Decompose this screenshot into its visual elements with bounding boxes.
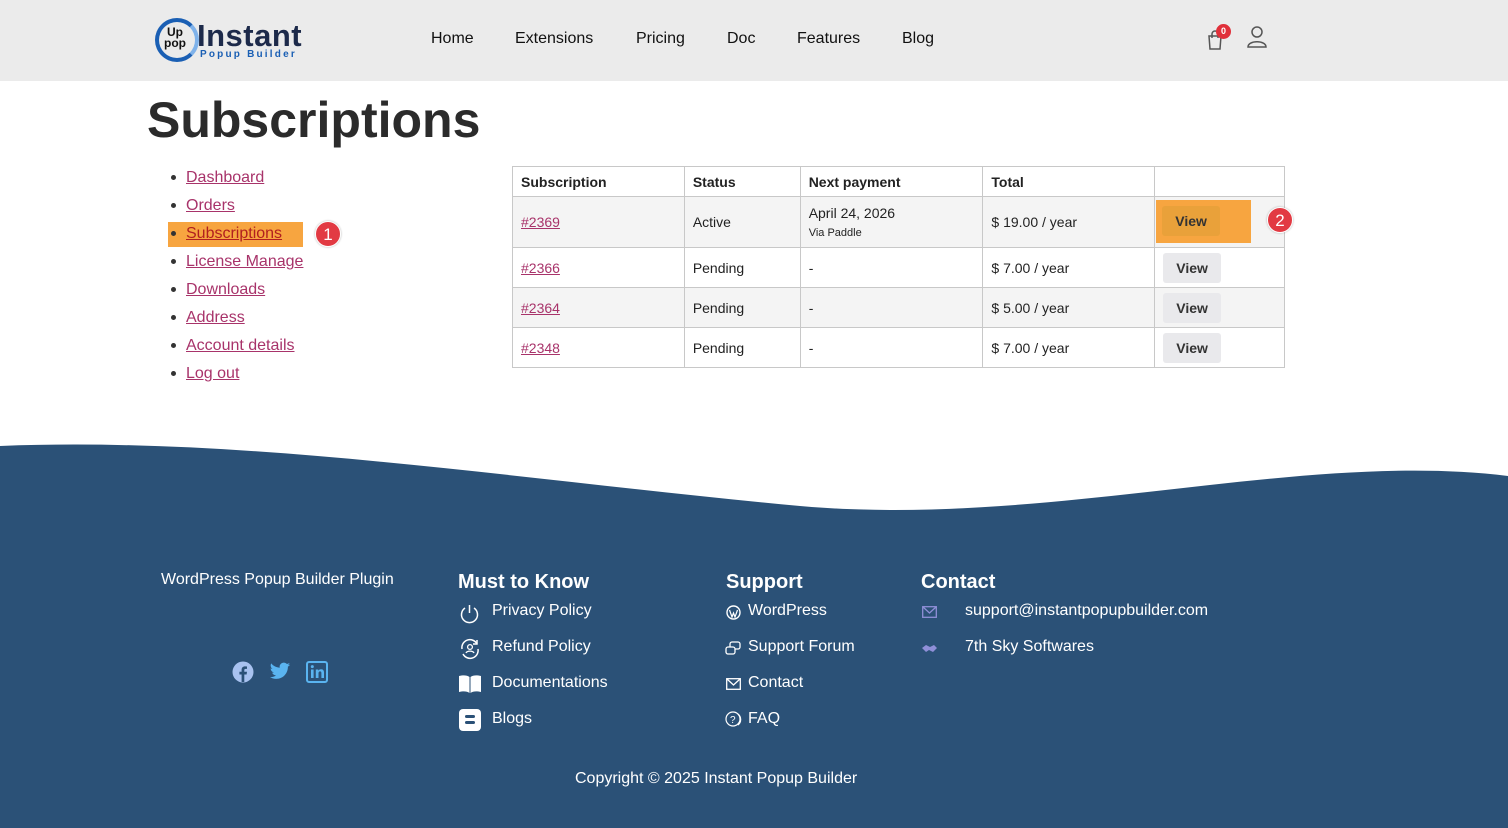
subscription-id-link[interactable]: #2348 xyxy=(521,340,560,356)
logo-wordmark: Instant xyxy=(197,18,303,53)
nav-doc[interactable]: Doc xyxy=(727,30,755,48)
action-cell: View xyxy=(1154,287,1285,328)
next-payment-cell: - xyxy=(799,327,984,368)
logo[interactable]: Up pop Instant Popup Builder xyxy=(155,17,305,65)
account-nav-item-subscriptions: Subscriptions xyxy=(170,223,282,245)
view-button[interactable]: View xyxy=(1163,292,1222,323)
forum-icon xyxy=(725,641,741,655)
table-row: #2369 Active April 24, 2026 Via Paddle $… xyxy=(512,196,1285,248)
action-cell: View xyxy=(1154,196,1285,248)
address-link[interactable]: Address xyxy=(186,309,245,326)
status-cell: Pending xyxy=(683,327,801,368)
action-cell: View xyxy=(1154,327,1285,368)
blogs-link[interactable]: Blogs xyxy=(492,710,532,728)
power-icon xyxy=(460,605,479,624)
wordpress-link[interactable]: WordPress xyxy=(748,602,827,620)
total-cell: $ 5.00 / year xyxy=(982,287,1156,328)
table-row: #2364 Pending - $ 5.00 / year View xyxy=(512,287,1285,328)
col-status: Status xyxy=(683,166,801,197)
downloads-link[interactable]: Downloads xyxy=(186,281,265,298)
contact-email[interactable]: support@instantpopupbuilder.com xyxy=(965,602,1208,620)
subscription-id-link[interactable]: #2364 xyxy=(521,300,560,316)
logo-pop-text: pop xyxy=(164,36,186,50)
faq-icon: ? xyxy=(725,711,742,727)
table-row: #2366 Pending - $ 7.00 / year View xyxy=(512,247,1285,288)
col-subscription: Subscription xyxy=(512,166,685,197)
account-nav-item-orders: Orders xyxy=(171,195,235,217)
status-cell: Pending xyxy=(683,287,801,328)
documentations-link[interactable]: Documentations xyxy=(492,674,608,692)
user-account-icon[interactable] xyxy=(1247,26,1267,48)
contact-heading: Contact xyxy=(921,571,996,593)
status-cell: Active xyxy=(683,196,801,248)
faq-link[interactable]: FAQ xyxy=(748,710,780,728)
site-header: Up pop Instant Popup Builder Home Extens… xyxy=(0,0,1508,81)
action-cell: View xyxy=(1154,247,1285,288)
envelope-icon xyxy=(726,678,741,690)
account-nav-item-license: License Manage xyxy=(170,251,303,273)
account-nav-item-account-details: Account details xyxy=(171,335,295,357)
status-cell: Pending xyxy=(683,247,801,288)
total-cell: $ 7.00 / year xyxy=(982,327,1156,368)
view-button[interactable]: View xyxy=(1163,332,1222,363)
refund-policy-link[interactable]: Refund Policy xyxy=(492,638,591,656)
step-badge-1: 1 xyxy=(315,221,341,247)
support-forum-link[interactable]: Support Forum xyxy=(748,638,855,656)
email-icon xyxy=(922,606,937,618)
account-nav-item-logout: Log out xyxy=(170,363,239,385)
cart-count-badge: 0 xyxy=(1216,24,1231,39)
subscriptions-link[interactable]: Subscriptions xyxy=(186,225,282,242)
view-button[interactable]: View xyxy=(1163,252,1222,283)
logout-link[interactable]: Log out xyxy=(186,365,239,382)
account-nav-item-dashboard: Dashboard xyxy=(170,167,264,189)
logo-subtitle: Popup Builder xyxy=(200,49,297,60)
next-payment-cell: - xyxy=(799,287,984,328)
facebook-icon[interactable] xyxy=(232,661,254,683)
license-manage-link[interactable]: License Manage xyxy=(186,253,303,270)
nav-blog[interactable]: Blog xyxy=(902,30,934,48)
svg-text:?: ? xyxy=(730,715,736,726)
refund-icon xyxy=(461,638,479,660)
blogger-icon xyxy=(459,709,481,731)
account-nav-item-downloads: Downloads xyxy=(170,279,265,301)
open-book-icon xyxy=(459,675,481,693)
table-row: #2348 Pending - $ 7.00 / year View xyxy=(512,327,1285,368)
twitter-icon[interactable] xyxy=(269,661,291,683)
next-payment-cell: April 24, 2026 Via Paddle xyxy=(799,196,984,248)
view-button-highlight: View xyxy=(1156,200,1252,243)
step-badge-2: 2 xyxy=(1267,207,1293,233)
privacy-policy-link[interactable]: Privacy Policy xyxy=(492,602,592,620)
account-nav-item-address: Address xyxy=(171,307,245,329)
footer-tagline: WordPress Popup Builder Plugin xyxy=(161,571,394,588)
table-header-row: Subscription Status Next payment Total xyxy=(512,166,1285,197)
nav-extensions[interactable]: Extensions xyxy=(515,30,593,48)
account-details-link[interactable]: Account details xyxy=(186,337,295,354)
orders-link[interactable]: Orders xyxy=(186,197,235,214)
company-name[interactable]: 7th Sky Softwares xyxy=(965,638,1094,656)
wordpress-icon xyxy=(726,605,741,620)
copyright-text: Copyright © 2025 Instant Popup Builder xyxy=(575,770,858,787)
dashboard-link[interactable]: Dashboard xyxy=(186,169,264,186)
view-button[interactable]: View xyxy=(1162,206,1221,236)
contact-link[interactable]: Contact xyxy=(748,674,803,692)
support-heading: Support xyxy=(726,571,803,593)
subscriptions-table: Subscription Status Next payment Total #… xyxy=(512,166,1285,368)
col-next-payment: Next payment xyxy=(799,166,984,197)
page-title: Subscriptions xyxy=(147,92,481,148)
next-payment-cell: - xyxy=(799,247,984,288)
col-actions xyxy=(1154,166,1285,197)
col-total: Total xyxy=(982,166,1156,197)
subscription-id-link[interactable]: #2369 xyxy=(521,214,560,230)
payment-method: Via Paddle xyxy=(808,227,862,239)
linkedin-icon[interactable] xyxy=(306,661,328,683)
next-payment-date: April 24, 2026 xyxy=(808,205,896,221)
nav-features[interactable]: Features xyxy=(797,30,860,48)
nav-pricing[interactable]: Pricing xyxy=(636,30,685,48)
subscription-id-link[interactable]: #2366 xyxy=(521,260,560,276)
handshake-icon xyxy=(922,645,937,652)
total-cell: $ 19.00 / year xyxy=(982,196,1156,248)
nav-home[interactable]: Home xyxy=(431,30,474,48)
total-cell: $ 7.00 / year xyxy=(982,247,1156,288)
must-to-know-heading: Must to Know xyxy=(458,571,590,593)
